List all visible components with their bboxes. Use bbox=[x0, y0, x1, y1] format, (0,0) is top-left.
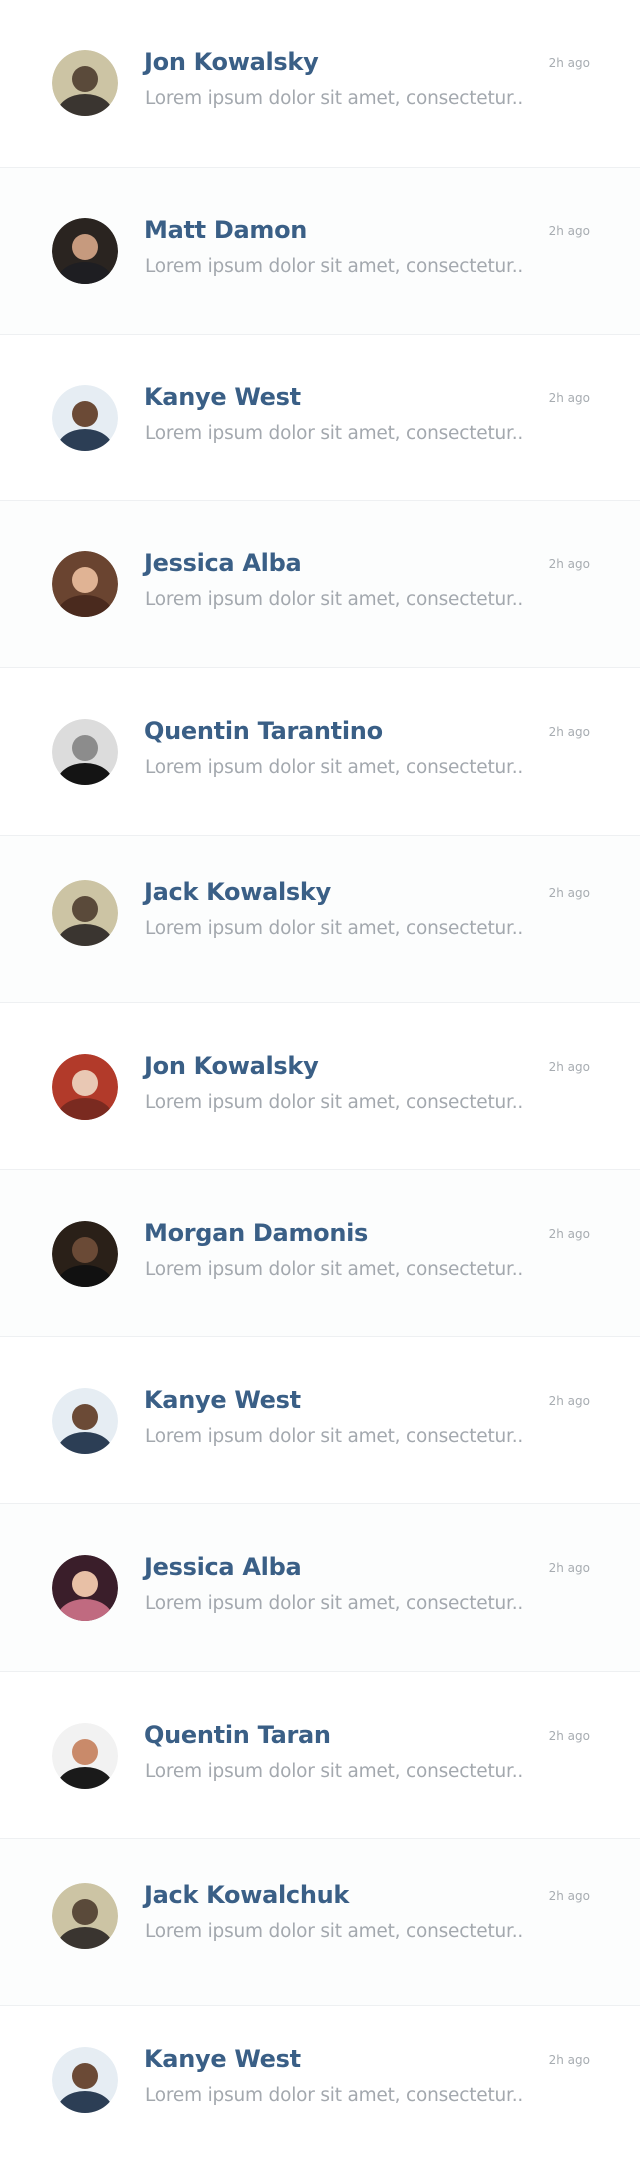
timestamp: 2h ago bbox=[548, 1060, 590, 1074]
message-preview: Lorem ipsum dolor sit amet, consectetur.… bbox=[145, 1921, 524, 1942]
timestamp: 2h ago bbox=[548, 391, 590, 405]
message-preview: Lorem ipsum dolor sit amet, consectetur.… bbox=[145, 918, 524, 939]
message-preview: Lorem ipsum dolor sit amet, consectetur.… bbox=[145, 1092, 524, 1113]
avatar-hooded[interactable] bbox=[52, 880, 118, 946]
conversation-row[interactable]: Jon Kowalsky Lorem ipsum dolor sit amet,… bbox=[0, 0, 640, 168]
contact-name[interactable]: Jon Kowalsky bbox=[144, 48, 319, 76]
timestamp: 2h ago bbox=[548, 1729, 590, 1743]
contact-name[interactable]: Matt Damon bbox=[144, 216, 307, 244]
conversation-row[interactable]: Quentin Taran Lorem ipsum dolor sit amet… bbox=[0, 1672, 640, 1839]
timestamp: 2h ago bbox=[548, 224, 590, 238]
avatar-portrait[interactable] bbox=[52, 2047, 118, 2113]
conversation-row[interactable]: Morgan Damonis Lorem ipsum dolor sit ame… bbox=[0, 1170, 640, 1337]
avatar-hooded[interactable] bbox=[52, 1883, 118, 1949]
timestamp: 2h ago bbox=[548, 1561, 590, 1575]
contact-name[interactable]: Jack Kowalsky bbox=[144, 878, 331, 906]
timestamp: 2h ago bbox=[548, 725, 590, 739]
avatar-portrait[interactable] bbox=[52, 1054, 118, 1120]
message-preview: Lorem ipsum dolor sit amet, consectetur.… bbox=[145, 88, 524, 109]
contact-name[interactable]: Quentin Taran bbox=[144, 1721, 331, 1749]
avatar-portrait[interactable] bbox=[52, 719, 118, 785]
timestamp: 2h ago bbox=[548, 557, 590, 571]
message-preview: Lorem ipsum dolor sit amet, consectetur.… bbox=[145, 256, 524, 277]
conversation-row[interactable]: Kanye West Lorem ipsum dolor sit amet, c… bbox=[0, 2006, 640, 2173]
conversation-row[interactable]: Kanye West Lorem ipsum dolor sit amet, c… bbox=[0, 1337, 640, 1504]
timestamp: 2h ago bbox=[548, 1889, 590, 1903]
contact-name[interactable]: Morgan Damonis bbox=[144, 1219, 368, 1247]
avatar-portrait[interactable] bbox=[52, 1723, 118, 1789]
timestamp: 2h ago bbox=[548, 1227, 590, 1241]
conversation-row[interactable]: Matt Damon Lorem ipsum dolor sit amet, c… bbox=[0, 168, 640, 335]
contact-name[interactable]: Kanye West bbox=[144, 383, 301, 411]
timestamp: 2h ago bbox=[548, 1394, 590, 1408]
message-preview: Lorem ipsum dolor sit amet, consectetur.… bbox=[145, 2085, 524, 2106]
message-preview: Lorem ipsum dolor sit amet, consectetur.… bbox=[145, 1761, 524, 1782]
conversation-list: Jon Kowalsky Lorem ipsum dolor sit amet,… bbox=[0, 0, 640, 2173]
conversation-row[interactable]: Jack Kowalsky Lorem ipsum dolor sit amet… bbox=[0, 836, 640, 1003]
timestamp: 2h ago bbox=[548, 886, 590, 900]
conversation-row[interactable]: Jon Kowalsky Lorem ipsum dolor sit amet,… bbox=[0, 1003, 640, 1170]
avatar-portrait[interactable] bbox=[52, 385, 118, 451]
contact-name[interactable]: Jack Kowalchuk bbox=[144, 1881, 349, 1909]
contact-name[interactable]: Jessica Alba bbox=[144, 1553, 302, 1581]
contact-name[interactable]: Kanye West bbox=[144, 2045, 301, 2073]
message-preview: Lorem ipsum dolor sit amet, consectetur.… bbox=[145, 423, 524, 444]
conversation-row[interactable]: Kanye West Lorem ipsum dolor sit amet, c… bbox=[0, 335, 640, 501]
avatar-portrait[interactable] bbox=[52, 1221, 118, 1287]
message-preview: Lorem ipsum dolor sit amet, consectetur.… bbox=[145, 1259, 524, 1280]
conversation-row[interactable]: Quentin Tarantino Lorem ipsum dolor sit … bbox=[0, 668, 640, 836]
contact-name[interactable]: Kanye West bbox=[144, 1386, 301, 1414]
timestamp: 2h ago bbox=[548, 2053, 590, 2067]
avatar-portrait[interactable] bbox=[52, 218, 118, 284]
avatar-portrait[interactable] bbox=[52, 551, 118, 617]
timestamp: 2h ago bbox=[548, 56, 590, 70]
avatar-hooded[interactable] bbox=[52, 50, 118, 116]
avatar-portrait[interactable] bbox=[52, 1388, 118, 1454]
avatar-portrait[interactable] bbox=[52, 1555, 118, 1621]
conversation-row[interactable]: Jack Kowalchuk Lorem ipsum dolor sit ame… bbox=[0, 1839, 640, 2006]
message-preview: Lorem ipsum dolor sit amet, consectetur.… bbox=[145, 589, 524, 610]
contact-name[interactable]: Jon Kowalsky bbox=[144, 1052, 319, 1080]
contact-name[interactable]: Quentin Tarantino bbox=[144, 717, 383, 745]
message-preview: Lorem ipsum dolor sit amet, consectetur.… bbox=[145, 757, 524, 778]
contact-name[interactable]: Jessica Alba bbox=[144, 549, 302, 577]
message-preview: Lorem ipsum dolor sit amet, consectetur.… bbox=[145, 1593, 524, 1614]
conversation-row[interactable]: Jessica Alba Lorem ipsum dolor sit amet,… bbox=[0, 501, 640, 668]
message-preview: Lorem ipsum dolor sit amet, consectetur.… bbox=[145, 1426, 524, 1447]
conversation-row[interactable]: Jessica Alba Lorem ipsum dolor sit amet,… bbox=[0, 1504, 640, 1672]
